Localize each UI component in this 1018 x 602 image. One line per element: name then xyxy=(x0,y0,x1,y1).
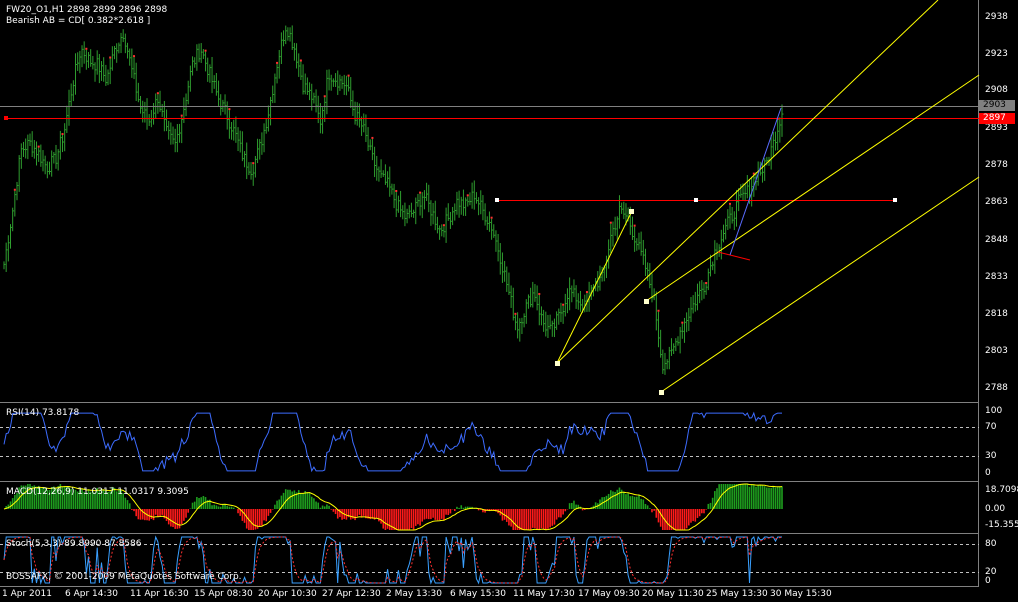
high-marker xyxy=(728,202,731,205)
price-tick: 2848 xyxy=(985,235,1008,245)
high-marker xyxy=(371,136,374,139)
abcd-leg-red xyxy=(717,251,751,261)
high-marker xyxy=(442,224,445,227)
high-marker xyxy=(180,114,183,117)
channel-handle-4[interactable] xyxy=(659,390,664,395)
stoch-axis-80: 80 xyxy=(985,539,997,549)
channel-handle-2[interactable] xyxy=(629,209,634,214)
macd-label: MACD(12,26,9) 11.0317 11.0317 9.3095 xyxy=(6,487,189,497)
high-marker xyxy=(705,282,708,285)
andrews-pitchfork[interactable] xyxy=(556,0,980,393)
time-tick: 6 Apr 14:30 xyxy=(65,589,118,599)
time-tick: 15 Apr 08:30 xyxy=(194,589,253,599)
rsi-axis-70: 70 xyxy=(985,422,997,432)
price-tick: 2908 xyxy=(985,85,1008,95)
copyright-label: BOSSAFX, © 2001-2009 MetaQuotes Software… xyxy=(6,572,242,582)
price-pane xyxy=(0,0,980,395)
macd-axis-zero: 0.00 xyxy=(985,504,1006,514)
high-marker xyxy=(109,56,112,59)
high-marker xyxy=(633,224,636,227)
symbol-info: FW20_O1,H1 2898 2899 2896 2898 xyxy=(6,5,168,15)
time-tick: 11 Apr 16:30 xyxy=(130,589,189,599)
time-tick: 20 May 11:30 xyxy=(642,589,704,599)
price-tick: 2863 xyxy=(985,197,1008,207)
price-tick: 2923 xyxy=(985,49,1008,59)
high-marker xyxy=(85,47,88,50)
high-marker xyxy=(276,61,279,64)
rsi-line xyxy=(3,411,782,473)
rsi-label: RSI(14) 73.8178 xyxy=(6,408,80,418)
high-marker xyxy=(657,309,660,312)
bid-price-tag: 2897 xyxy=(979,113,1015,124)
price-tick: 2833 xyxy=(985,272,1008,282)
resistance-handle-mid[interactable] xyxy=(694,198,698,202)
pane-borders xyxy=(0,0,979,587)
high-marker xyxy=(252,162,255,165)
high-marker xyxy=(585,291,588,294)
grey-price-tag: 2903 xyxy=(979,100,1015,111)
rsi-pane xyxy=(0,411,979,473)
rsi-axis-30: 30 xyxy=(985,451,997,461)
time-tick: 30 May 15:30 xyxy=(770,589,832,599)
high-marker xyxy=(299,59,302,62)
high-markers xyxy=(13,47,779,324)
high-marker xyxy=(562,303,565,306)
abcd-leg-blue xyxy=(729,107,782,256)
high-marker xyxy=(156,92,159,95)
rsi-axis-100: 100 xyxy=(985,406,1003,416)
high-marker xyxy=(538,292,541,295)
high-marker xyxy=(323,95,326,98)
high-marker xyxy=(347,74,350,77)
high-marker xyxy=(61,133,64,136)
time-tick: 2 May 13:30 xyxy=(386,589,442,599)
rsi-axis-0: 0 xyxy=(985,468,991,478)
stoch-axis-0: 0 xyxy=(985,576,991,586)
channel-handle-1[interactable] xyxy=(555,361,560,366)
channel-handle-3[interactable] xyxy=(644,299,649,304)
high-marker xyxy=(228,108,231,111)
price-tick: 2893 xyxy=(985,123,1008,133)
high-marker xyxy=(466,194,469,197)
high-marker xyxy=(204,49,207,52)
chart-canvas xyxy=(0,0,980,587)
high-marker xyxy=(13,188,16,191)
time-tick: 25 May 13:30 xyxy=(706,589,768,599)
high-marker xyxy=(609,221,612,224)
high-marker xyxy=(490,216,493,219)
time-tick: 17 May 09:30 xyxy=(578,589,640,599)
macd-axis-max: 18.7098 xyxy=(985,485,1018,495)
time-tick: 27 Apr 12:30 xyxy=(322,589,381,599)
high-marker xyxy=(395,189,398,192)
pattern-info: Bearish AB = CD[ 0.382*2.618 ] xyxy=(6,16,151,26)
stoch-label: Stoch(5,3,3) 89.8990 87.8586 xyxy=(6,539,142,549)
price-tick: 2878 xyxy=(985,160,1008,170)
time-tick: 1 Apr 2011 xyxy=(2,589,52,599)
time-tick: 20 Apr 10:30 xyxy=(258,589,317,599)
level-handle-left[interactable] xyxy=(4,116,8,120)
high-marker xyxy=(133,55,136,58)
time-tick: 6 May 15:30 xyxy=(450,589,506,599)
resistance-handle-right[interactable] xyxy=(893,198,897,202)
high-marker xyxy=(514,312,517,315)
high-marker xyxy=(681,321,684,324)
price-tick: 2803 xyxy=(985,346,1008,356)
resistance-handle-left[interactable] xyxy=(495,198,499,202)
high-marker xyxy=(37,145,40,148)
price-tick: 2788 xyxy=(985,383,1008,393)
macd-axis-min: -15.3551 xyxy=(985,520,1018,530)
high-marker xyxy=(419,191,422,194)
time-tick: 11 May 17:30 xyxy=(513,589,575,599)
price-tick: 2818 xyxy=(985,309,1008,319)
price-tick: 2938 xyxy=(985,12,1008,22)
